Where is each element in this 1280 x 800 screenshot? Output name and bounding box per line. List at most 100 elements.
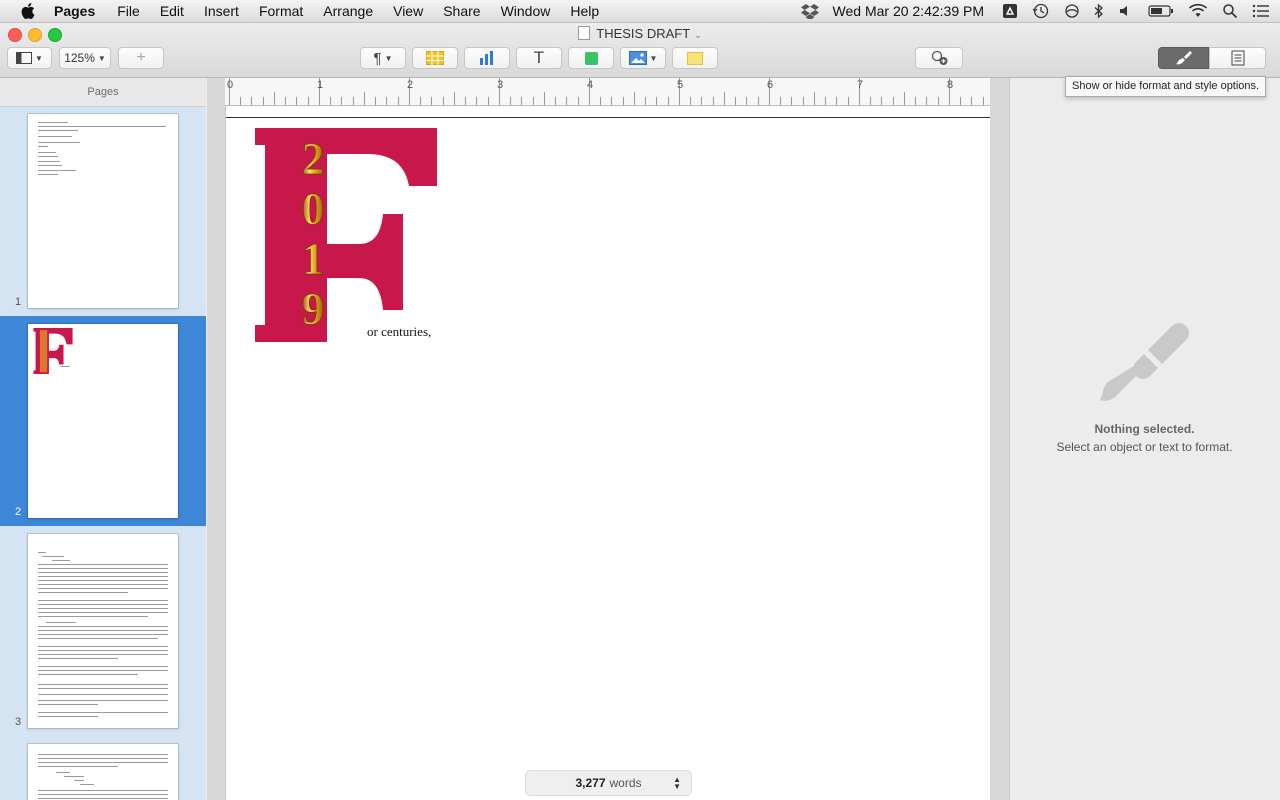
media-button[interactable]: ▼: [620, 47, 666, 69]
menu-insert[interactable]: Insert: [204, 3, 239, 19]
dropcap-year-digit: 9: [302, 283, 325, 334]
page-number-label: 2: [14, 506, 22, 518]
image-icon: [628, 51, 647, 65]
page-number-label: 1: [14, 296, 22, 308]
chart-button[interactable]: [464, 47, 510, 69]
paragraph-icon: ¶: [373, 49, 382, 67]
word-count-label: words: [609, 776, 642, 790]
header-rule: [226, 117, 991, 118]
ruler-mark: 7: [857, 79, 864, 91]
document-page[interactable]: 2 0 1 9 or centuries,: [225, 106, 992, 800]
ruler-ticks: [229, 78, 984, 105]
dropcap-thumbnail: [33, 328, 73, 374]
horizontal-ruler[interactable]: 0 1 2 3 4 5 6 7 8: [225, 78, 990, 106]
ruler-mark: 6: [767, 79, 774, 91]
menu-pages[interactable]: Pages: [54, 3, 95, 19]
ruler-mark: 0: [227, 79, 234, 91]
page-thumbnails-sidebar: Pages 1 2 3: [0, 78, 206, 800]
document-canvas[interactable]: 0 1 2 3 4 5 6 7 8 2 0 1 9 or centuries,: [207, 78, 1009, 800]
dropcap-image[interactable]: 2 0 1 9: [255, 128, 437, 342]
shape-button[interactable]: [568, 47, 614, 69]
chevron-down-icon: ▼: [97, 53, 106, 63]
ruler-mark: 5: [677, 79, 684, 91]
ruler-mark: 2: [407, 79, 414, 91]
apple-menu-icon[interactable]: [18, 3, 38, 19]
insert-button[interactable]: ¶ ▼: [360, 47, 406, 69]
table-icon: [426, 51, 444, 65]
document-button[interactable]: [1209, 47, 1266, 69]
menu-window[interactable]: Window: [501, 3, 551, 19]
sync-icon[interactable]: [1064, 3, 1080, 19]
format-button-tooltip: Show or hide format and style options.: [1065, 76, 1267, 97]
page-thumbnail-4[interactable]: [28, 744, 178, 800]
dropbox-icon[interactable]: [800, 3, 819, 19]
google-drive-icon[interactable]: [1002, 3, 1018, 19]
page-thumbnail-1[interactable]: [28, 114, 178, 308]
document-title-text[interactable]: THESIS DRAFT: [596, 26, 690, 41]
menu-help[interactable]: Help: [570, 3, 599, 19]
text-icon: T: [533, 48, 545, 67]
paintbrush-icon: [1175, 51, 1192, 65]
menu-edit[interactable]: Edit: [160, 3, 184, 19]
add-page-button[interactable]: +: [118, 47, 164, 69]
canvas-right-gutter: [990, 78, 1009, 800]
notification-center-icon[interactable]: [1252, 4, 1270, 18]
window-minimize-button[interactable]: [28, 28, 42, 42]
zoom-value: 125%: [64, 51, 95, 65]
add-person-icon: [931, 50, 948, 65]
table-button[interactable]: [412, 47, 458, 69]
format-inspector: [1009, 78, 1280, 800]
sidebar-view-icon: [16, 52, 33, 64]
comment-icon: [687, 51, 703, 65]
text-box-button[interactable]: T: [516, 47, 562, 69]
page-number-label: 3: [14, 716, 22, 728]
title-chevron-icon[interactable]: ⌄: [694, 30, 702, 40]
inspector-empty-subtitle: Select an object or text to format.: [1056, 440, 1233, 454]
comment-button[interactable]: [672, 47, 718, 69]
volume-icon[interactable]: [1118, 3, 1134, 19]
plus-icon: +: [136, 49, 146, 66]
page-thumbnail-2[interactable]: [28, 324, 178, 518]
paintbrush-placeholder-icon: [1100, 323, 1189, 401]
menu-arrange[interactable]: Arrange: [323, 3, 373, 19]
dropcap-letter-shape: [255, 128, 437, 342]
window-fullscreen-button[interactable]: [48, 28, 62, 42]
document-icon: [578, 26, 591, 40]
bluetooth-icon[interactable]: [1094, 3, 1104, 19]
menubar-clock[interactable]: Wed Mar 20 2:42:39 PM: [833, 3, 984, 19]
sidebar-header: Pages: [0, 78, 206, 107]
menu-view[interactable]: View: [393, 3, 423, 19]
window-close-button[interactable]: [8, 28, 22, 42]
ruler-mark: 8: [947, 79, 954, 91]
body-text[interactable]: or centuries,: [367, 324, 431, 340]
collaborate-button[interactable]: [915, 47, 963, 69]
inspector-empty-title: Nothing selected.: [1094, 422, 1195, 436]
ruler-mark: 3: [497, 79, 504, 91]
format-button[interactable]: [1158, 47, 1209, 69]
shape-icon: [584, 51, 598, 65]
word-count-control[interactable]: 3,277 words ▲ ▼: [525, 770, 692, 796]
menu-file[interactable]: File: [117, 3, 140, 19]
document-title: THESIS DRAFT ⌄: [0, 26, 1280, 41]
menu-format[interactable]: Format: [259, 3, 303, 19]
ruler-mark: 4: [587, 79, 594, 91]
spotlight-search-icon[interactable]: [1222, 3, 1238, 19]
document-icon: [1231, 50, 1244, 66]
chevron-down-icon: ▼: [384, 53, 393, 63]
menu-share[interactable]: Share: [443, 3, 480, 19]
page-thumbnail-3[interactable]: [28, 534, 178, 728]
wifi-icon[interactable]: [1188, 3, 1208, 19]
view-button[interactable]: ▼: [7, 47, 52, 69]
chevron-down-icon: ▼: [649, 53, 658, 63]
time-machine-icon[interactable]: [1032, 3, 1050, 19]
dropcap-year-digit: 1: [302, 233, 325, 284]
word-count-stepper-icon[interactable]: ▲ ▼: [673, 776, 681, 791]
ruler-mark: 1: [317, 79, 324, 91]
chart-icon: [480, 51, 493, 65]
battery-icon[interactable]: [1148, 4, 1174, 18]
chevron-down-icon: ▼: [35, 53, 43, 63]
menu-bar: Pages File Edit Insert Format Arrange Vi…: [0, 0, 1280, 23]
dropcap-year-digit: 0: [302, 183, 325, 234]
dropcap-year-digit: 2: [302, 133, 325, 184]
zoom-select[interactable]: 125% ▼: [59, 47, 111, 69]
